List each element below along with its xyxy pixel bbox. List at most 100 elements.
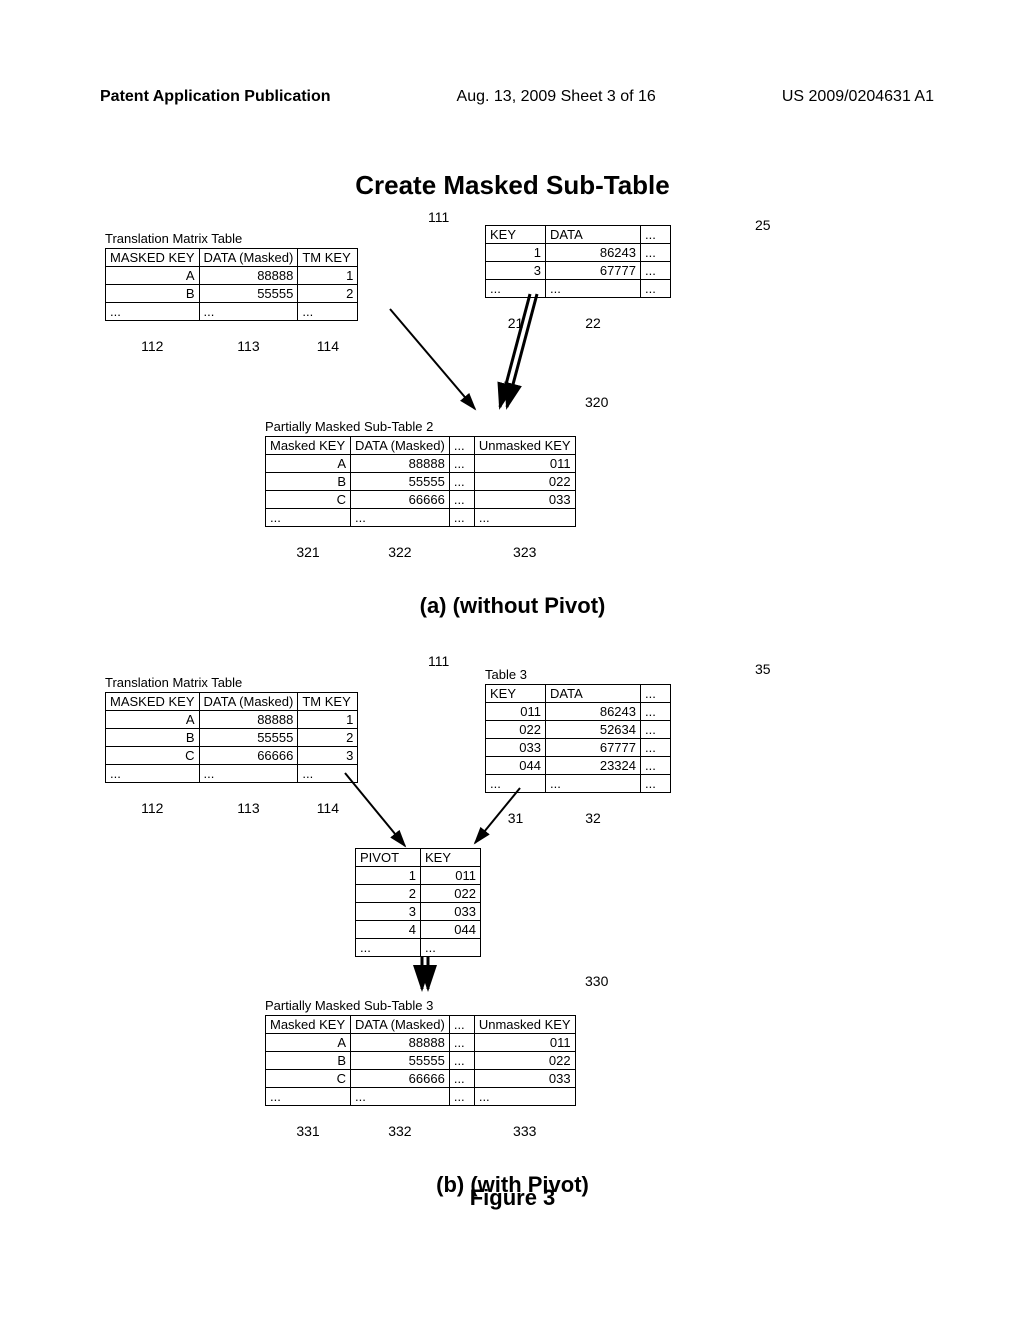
- cell: 55555: [351, 473, 450, 491]
- ref-35: 35: [755, 661, 771, 677]
- cell: ...: [298, 303, 358, 321]
- arrow-pivot-to-pm3-icon: [410, 955, 440, 997]
- cell: 66666: [351, 491, 450, 509]
- cell: 011: [474, 1034, 575, 1052]
- cell: B: [106, 729, 200, 747]
- ref-114-a: 114: [298, 321, 358, 356]
- cell: ...: [449, 491, 474, 509]
- cell: 88888: [351, 1034, 450, 1052]
- tm-b-label: Translation Matrix Table: [105, 675, 358, 690]
- pm3-h0: Masked KEY: [266, 1016, 351, 1034]
- pm2-h0: Masked KEY: [266, 437, 351, 455]
- section-b: 111 35 Translation Matrix Table MASKED K…: [95, 653, 930, 1273]
- cell: ...: [546, 775, 641, 793]
- cell: ...: [449, 509, 474, 527]
- src-a-h1: DATA: [546, 226, 641, 244]
- cell: 2: [298, 285, 358, 303]
- cell: 011: [486, 703, 546, 721]
- cell: 3: [356, 903, 421, 921]
- translation-matrix-a: Translation Matrix Table MASKED KEY DATA…: [105, 231, 358, 355]
- pm2-h1: DATA (Masked): [351, 437, 450, 455]
- cell: 55555: [351, 1052, 450, 1070]
- cell: 55555: [199, 285, 298, 303]
- pm2-table: Masked KEY DATA (Masked) ... Unmasked KE…: [265, 436, 576, 561]
- figure-caption: Figure 3: [95, 1185, 930, 1211]
- t3-label: Table 3: [485, 667, 671, 682]
- ref-112-a: 112: [106, 321, 200, 356]
- cell: ...: [641, 721, 671, 739]
- pm2-h2: ...: [449, 437, 474, 455]
- ref-331: 331: [266, 1106, 351, 1141]
- cell: 044: [486, 757, 546, 775]
- cell: 86243: [546, 703, 641, 721]
- pm2-h3: Unmasked KEY: [474, 437, 575, 455]
- cell: 022: [486, 721, 546, 739]
- tm-a-label: Translation Matrix Table: [105, 231, 358, 246]
- cell: B: [266, 1052, 351, 1070]
- cell: ...: [641, 757, 671, 775]
- tm-b-h1: DATA (Masked): [199, 693, 298, 711]
- cell: ...: [449, 1052, 474, 1070]
- cell: ...: [449, 473, 474, 491]
- pivot-h0: PIVOT: [356, 849, 421, 867]
- cell: 011: [421, 867, 481, 885]
- t3-h2: ...: [641, 685, 671, 703]
- cell: 033: [474, 491, 575, 509]
- caption-a: (a) (without Pivot): [95, 593, 930, 619]
- cell: ...: [449, 1034, 474, 1052]
- pm3-h1: DATA (Masked): [351, 1016, 450, 1034]
- src-a-h0: KEY: [486, 226, 546, 244]
- pm3-label: Partially Masked Sub-Table 3: [265, 998, 576, 1013]
- cell: ...: [474, 1088, 575, 1106]
- pm2-label: Partially Masked Sub-Table 2: [265, 419, 576, 434]
- cell: 011: [474, 455, 575, 473]
- ref-322: 322: [351, 527, 450, 562]
- ref-25: 25: [755, 217, 771, 233]
- cell: 033: [474, 1070, 575, 1088]
- ref-321: 321: [266, 527, 351, 562]
- cell: 044: [421, 921, 481, 939]
- cell: 1: [486, 244, 546, 262]
- cell: 3: [298, 747, 358, 765]
- partially-masked-subtable-2: Partially Masked Sub-Table 2 Masked KEY …: [265, 419, 576, 561]
- cell: ...: [641, 703, 671, 721]
- ref-113-a: 113: [199, 321, 298, 356]
- cell: C: [266, 491, 351, 509]
- cell: 52634: [546, 721, 641, 739]
- tm-b-h2: TM KEY: [298, 693, 358, 711]
- cell: ...: [449, 455, 474, 473]
- cell: 1: [298, 267, 358, 285]
- header-left: Patent Application Publication: [100, 88, 331, 106]
- header-right: US 2009/0204631 A1: [782, 88, 934, 106]
- pivot-h1: KEY: [421, 849, 481, 867]
- cell: 55555: [199, 729, 298, 747]
- tm-b-table: MASKED KEY DATA (Masked) TM KEY A888881 …: [105, 692, 358, 817]
- tm-b-h0: MASKED KEY: [106, 693, 200, 711]
- cell: B: [106, 285, 200, 303]
- cell: 1: [298, 711, 358, 729]
- pm3-table: Masked KEY DATA (Masked) ... Unmasked KE…: [265, 1015, 576, 1140]
- pivot-dt: PIVOT KEY 1011 2022 3033 4044 ......: [355, 848, 481, 957]
- ref-111-a: 111: [428, 209, 449, 225]
- t3-h0: KEY: [486, 685, 546, 703]
- cell: C: [266, 1070, 351, 1088]
- tm-a-h2: TM KEY: [298, 249, 358, 267]
- cell: ...: [641, 775, 671, 793]
- pivot-table: PIVOT KEY 1011 2022 3033 4044 ......: [355, 848, 481, 957]
- ref-113-b: 113: [199, 783, 298, 818]
- cell: 67777: [546, 739, 641, 757]
- cell: 4: [356, 921, 421, 939]
- main-title: Create Masked Sub-Table: [95, 170, 930, 201]
- cell: 1: [356, 867, 421, 885]
- tm-a-h0: MASKED KEY: [106, 249, 200, 267]
- cell: A: [266, 455, 351, 473]
- cell: ...: [106, 765, 200, 783]
- arrow-t3-to-pivot-icon: [465, 783, 545, 853]
- cell: A: [106, 711, 200, 729]
- cell: 2: [356, 885, 421, 903]
- cell: C: [106, 747, 200, 765]
- ref-111-b: 111: [428, 653, 449, 669]
- cell: ...: [641, 244, 671, 262]
- partially-masked-subtable-3: Partially Masked Sub-Table 3 Masked KEY …: [265, 998, 576, 1140]
- cell: ...: [199, 303, 298, 321]
